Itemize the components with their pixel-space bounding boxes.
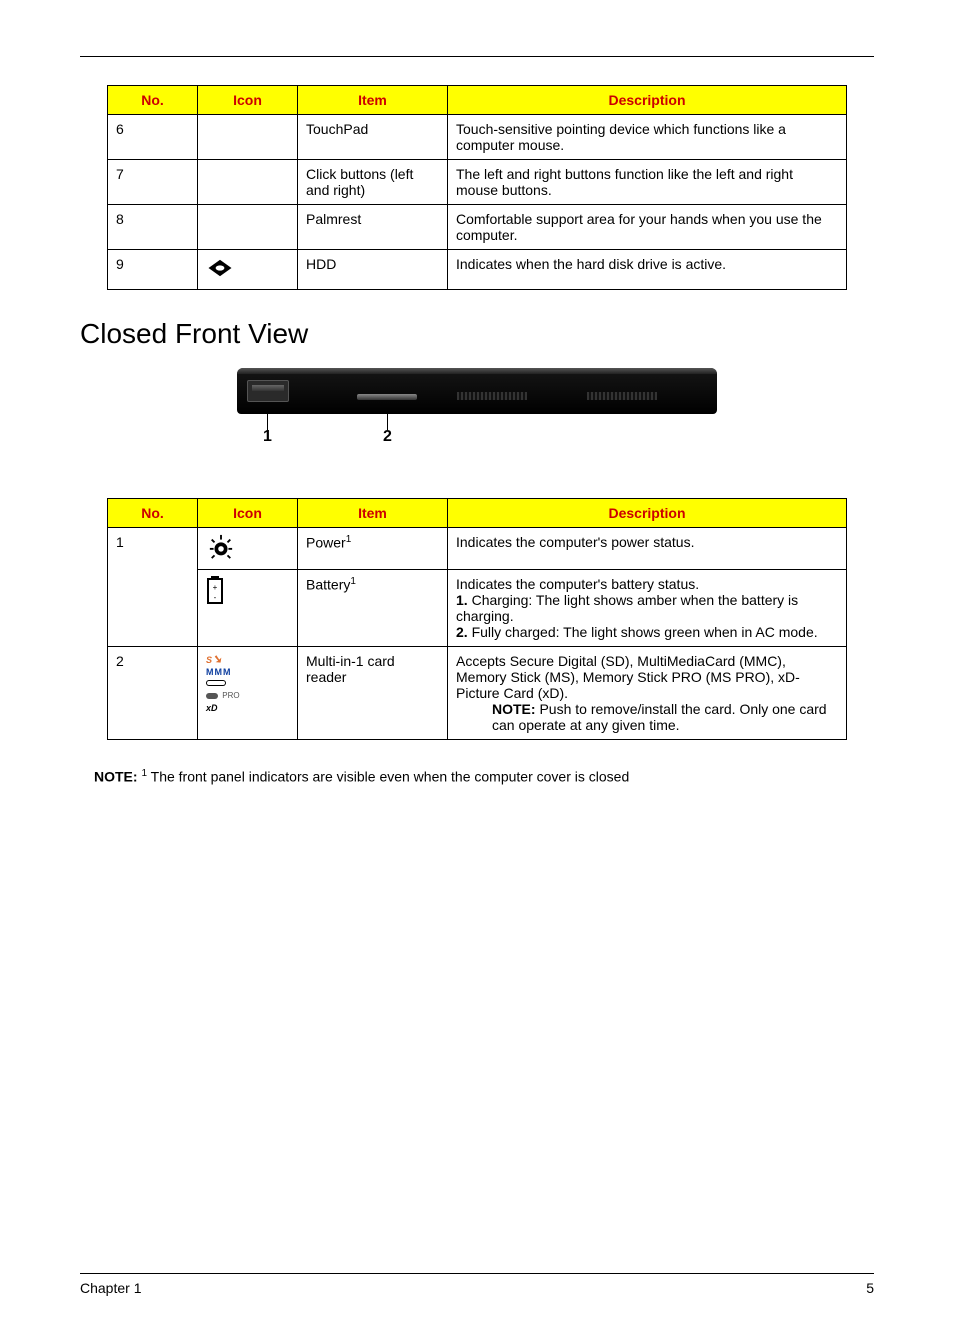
spec-table-2: No. Icon Item Description 1 — [107, 498, 847, 740]
battery-icon: + - — [206, 591, 224, 607]
indicator-strip-graphic — [357, 394, 417, 400]
card-icon-mmc: MMM — [206, 666, 240, 678]
cell-icon — [198, 160, 298, 205]
cell-no: 2 — [108, 647, 198, 740]
footnote: NOTE: 1 The front panel indicators are v… — [94, 768, 874, 785]
cell-desc: Accepts Secure Digital (SD), MultiMediaC… — [448, 647, 847, 740]
note-body: Push to remove/install the card. Only on… — [492, 701, 827, 733]
table-header-row: No. Icon Item Description — [108, 86, 847, 115]
cell-no: 6 — [108, 115, 198, 160]
speaker-grille-graphic — [457, 392, 527, 400]
speaker-grille-graphic — [587, 392, 657, 400]
list-text: Charging: The light shows amber when the… — [456, 592, 798, 624]
th-no: No. — [108, 499, 198, 528]
cell-item: Palmrest — [298, 205, 448, 250]
table-row: + - Battery1 Indicates the computer's ba… — [108, 570, 847, 647]
desc-line: 2. Fully charged: The light shows green … — [456, 624, 838, 640]
cell-item: TouchPad — [298, 115, 448, 160]
desc-line: 1. Charging: The light shows amber when … — [456, 592, 838, 624]
cell-item: Battery1 — [298, 570, 448, 647]
card-icon-xd: xD — [206, 702, 240, 714]
device-front-image: 1 2 — [237, 368, 717, 450]
th-desc: Description — [448, 499, 847, 528]
cell-icon — [198, 250, 298, 290]
cell-desc: Indicates the computer's power status. — [448, 528, 847, 570]
th-no: No. — [108, 86, 198, 115]
card-icon-mspro: PRO — [206, 690, 240, 702]
table-row: 8 Palmrest Comfortable support area for … — [108, 205, 847, 250]
th-item: Item — [298, 499, 448, 528]
page-footer: Chapter 1 5 — [80, 1273, 874, 1296]
cell-no: 9 — [108, 250, 198, 290]
card-icon-sd: S➘ — [206, 653, 240, 666]
footer-page-number: 5 — [866, 1280, 874, 1296]
note-label: NOTE: — [94, 769, 138, 785]
cell-item: Multi-in-1 card reader — [298, 647, 448, 740]
th-icon: Icon — [198, 499, 298, 528]
item-label: Power — [306, 535, 346, 551]
note-label: NOTE: — [492, 701, 536, 717]
callout-number-1: 1 — [263, 428, 272, 446]
cell-icon: S➘ MMM PRO xD — [198, 647, 298, 740]
desc-note: NOTE: Push to remove/install the card. O… — [456, 701, 838, 733]
cell-icon — [198, 205, 298, 250]
top-rule — [80, 56, 874, 57]
desc-line: Indicates the computer's battery status. — [456, 576, 838, 592]
card-slot-graphic — [247, 380, 289, 402]
cell-desc: Indicates the computer's battery status.… — [448, 570, 847, 647]
table-row: 6 TouchPad Touch-sensitive pointing devi… — [108, 115, 847, 160]
table-row: 7 Click buttons (left and right) The lef… — [108, 160, 847, 205]
cell-no: 8 — [108, 205, 198, 250]
item-label: Battery — [306, 577, 350, 593]
table-row: 1 — [108, 528, 847, 570]
list-text: Fully charged: The light shows green whe… — [468, 624, 818, 640]
table-row: 9 HDD Indicates when the hard disk drive… — [108, 250, 847, 290]
note-body: The front panel indicators are visible e… — [147, 769, 629, 785]
card-icon-ms — [206, 678, 240, 690]
desc-line: Accepts Secure Digital (SD), MultiMediaC… — [456, 653, 838, 701]
cell-icon — [198, 115, 298, 160]
cell-item: HDD — [298, 250, 448, 290]
footnote-ref: 1 — [346, 534, 352, 545]
svg-text:+: + — [213, 583, 218, 592]
list-number: 2. — [456, 624, 468, 640]
callout-labels: 1 2 — [237, 414, 717, 450]
cell-desc: Indicates when the hard disk drive is ac… — [448, 250, 847, 290]
cell-desc: Touch-sensitive pointing device which fu… — [448, 115, 847, 160]
spec-table-1: No. Icon Item Description 6 TouchPad Tou… — [107, 85, 847, 290]
table-header-row: No. Icon Item Description — [108, 499, 847, 528]
callout-number-2: 2 — [383, 428, 392, 446]
th-desc: Description — [448, 86, 847, 115]
cell-no — [108, 570, 198, 647]
power-icon — [206, 547, 236, 563]
th-item: Item — [298, 86, 448, 115]
multi-card-icon: S➘ MMM PRO xD — [206, 653, 240, 714]
device-body — [237, 368, 717, 414]
cell-desc: The left and right buttons function like… — [448, 160, 847, 205]
list-number: 1. — [456, 592, 468, 608]
footer-chapter: Chapter 1 — [80, 1280, 141, 1296]
cell-item: Power1 — [298, 528, 448, 570]
cell-no: 7 — [108, 160, 198, 205]
hdd-icon — [206, 256, 234, 283]
th-icon: Icon — [198, 86, 298, 115]
cell-item: Click buttons (left and right) — [298, 160, 448, 205]
table-row: 2 S➘ MMM PRO xD Mult — [108, 647, 847, 740]
cell-desc: Comfortable support area for your hands … — [448, 205, 847, 250]
svg-text:-: - — [214, 593, 217, 602]
cell-no: 1 — [108, 528, 198, 570]
cell-icon: + - — [198, 570, 298, 647]
section-heading: Closed Front View — [80, 318, 874, 350]
footnote-ref: 1 — [350, 576, 356, 587]
cell-icon — [198, 528, 298, 570]
